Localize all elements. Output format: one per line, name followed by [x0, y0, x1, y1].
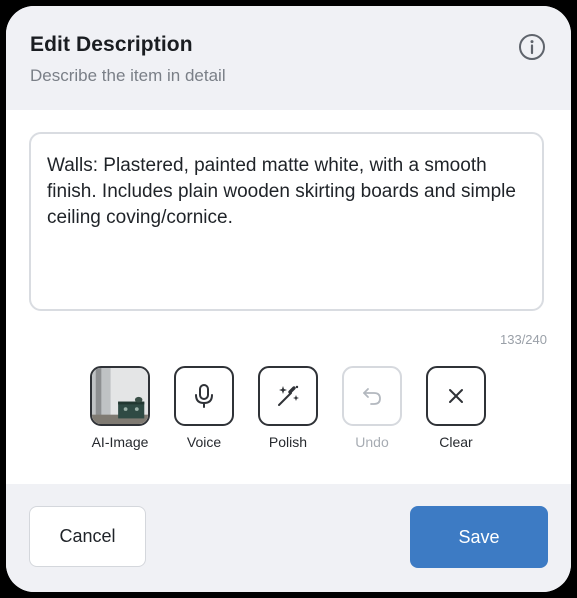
character-counter: 133/240	[500, 332, 547, 347]
ai-image-tool[interactable]: AI-Image	[88, 366, 152, 450]
polish-label: Polish	[268, 434, 308, 450]
clear-tool[interactable]: Clear	[424, 366, 488, 450]
undo-button[interactable]	[342, 366, 402, 426]
description-text[interactable]: Walls: Plastered, painted matte white, w…	[47, 153, 527, 231]
dialog-subtitle: Describe the item in detail	[30, 66, 226, 85]
polish-tool[interactable]: Polish	[256, 366, 320, 450]
dialog-title: Edit Description	[30, 33, 193, 56]
dialog-header: Edit Description Describe the item in de…	[6, 6, 571, 110]
close-icon	[449, 389, 463, 403]
polish-button[interactable]	[258, 366, 318, 426]
description-textarea[interactable]: Walls: Plastered, painted matte white, w…	[29, 132, 544, 311]
voice-button[interactable]	[174, 366, 234, 426]
edit-description-dialog: Edit Description Describe the item in de…	[6, 6, 571, 592]
undo-icon	[363, 388, 381, 405]
clear-button[interactable]	[426, 366, 486, 426]
dialog-content: Walls: Plastered, painted matte white, w…	[6, 110, 571, 484]
ai-image-button[interactable]	[90, 366, 150, 426]
image-thumbnail-icon	[92, 368, 148, 424]
voice-label: Voice	[186, 434, 222, 450]
microphone-icon	[195, 384, 213, 408]
tool-row: AI-Image Voice Polish Undo Clear	[6, 366, 571, 466]
cancel-button[interactable]: Cancel	[29, 506, 146, 567]
voice-tool[interactable]: Voice	[172, 366, 236, 450]
dialog-footer: Cancel Save	[6, 484, 571, 592]
clear-label: Clear	[439, 434, 473, 450]
undo-tool[interactable]: Undo	[340, 366, 404, 450]
save-button[interactable]: Save	[410, 506, 548, 568]
undo-label: Undo	[355, 434, 389, 450]
magic-wand-icon	[278, 385, 299, 406]
info-icon[interactable]	[518, 33, 546, 61]
ai-image-label: AI-Image	[91, 434, 149, 450]
